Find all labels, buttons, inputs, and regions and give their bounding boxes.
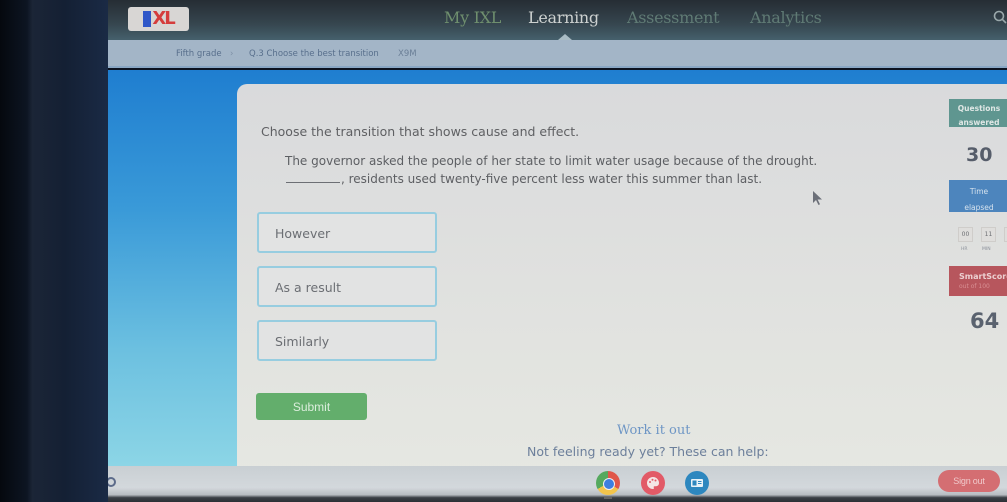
logo-xl: XL — [152, 8, 175, 29]
choice-label: As a result — [275, 280, 342, 295]
smartscore-sublabel: out of 100 — [959, 283, 990, 290]
breadcrumb-skill: Q.3 Choose the best transition — [249, 49, 379, 59]
screen: XL My IXL Learning Assessment Analytics … — [100, 0, 1007, 502]
paint-icon[interactable] — [641, 471, 665, 495]
skill-code: X9M — [398, 49, 417, 59]
palette-glyph — [647, 477, 660, 489]
time-hours: 00 — [958, 227, 973, 242]
breadcrumb-grade[interactable]: Fifth grade — [176, 49, 222, 59]
os-shelf: Sign out — [100, 466, 1007, 502]
questions-answered-label-1: Questions — [957, 104, 1001, 113]
sentence-after: , residents used twenty-five percent les… — [341, 172, 763, 186]
sentence-before: The governor asked the people of her sta… — [285, 154, 818, 168]
chrome-icon[interactable] — [596, 471, 620, 495]
choice-label: However — [275, 226, 331, 241]
logo-i — [143, 11, 152, 27]
active-app-indicator — [604, 497, 612, 499]
time-hours-label: HR — [961, 247, 968, 252]
submit-button[interactable]: Submit — [256, 393, 367, 420]
ixl-logo[interactable]: XL — [128, 7, 189, 31]
choice-similarly[interactable]: Similarly — [257, 320, 437, 361]
nav-learning[interactable]: Learning — [528, 8, 599, 27]
breadcrumb-separator: › — [230, 49, 234, 59]
smartscore-header: SmartScore out of 100 — [949, 266, 1007, 296]
choice-as-a-result[interactable]: As a result — [257, 266, 437, 307]
practice-card: Choose the transition that shows cause a… — [237, 84, 1007, 484]
news-glyph — [691, 479, 703, 487]
breadcrumb-bar: Fifth grade › Q.3 Choose the best transi… — [100, 40, 1007, 103]
question-prompt: Choose the transition that shows cause a… — [261, 124, 580, 139]
work-it-out-heading: Work it out — [617, 423, 691, 438]
answer-blank — [286, 173, 340, 183]
time-elapsed-header: Time elapsed — [949, 180, 1007, 212]
help-text: Not feeling ready yet? These can help: — [527, 444, 769, 459]
nav-my-ixl[interactable]: My IXL — [444, 8, 501, 27]
news-icon[interactable] — [685, 471, 709, 495]
time-minutes: 11 — [981, 227, 996, 242]
nav-assessment[interactable]: Assessment — [627, 8, 720, 27]
questions-answered-header: Questions answered — [949, 99, 1007, 127]
mouse-cursor-icon — [813, 191, 822, 205]
search-icon[interactable] — [993, 10, 1007, 24]
sign-out-button[interactable]: Sign out — [938, 470, 1000, 492]
top-navigation: XL My IXL Learning Assessment Analytics — [100, 0, 1007, 40]
nav-analytics[interactable]: Analytics — [750, 8, 822, 27]
time-elapsed-label-1: Time — [969, 187, 989, 196]
choice-label: Similarly — [275, 334, 330, 349]
screen-bezel — [0, 0, 108, 502]
questions-answered-label-2: answered — [958, 118, 1000, 127]
questions-answered-value: 30 — [966, 144, 993, 166]
time-minutes-label: MIN — [982, 247, 991, 252]
time-elapsed-label-2: elapsed — [964, 203, 994, 212]
smartscore-label: SmartScore — [959, 272, 1007, 281]
smartscore-value: 64 — [970, 309, 1000, 333]
question-sentence: The governor asked the people of her sta… — [285, 152, 825, 188]
choice-however[interactable]: However — [257, 212, 437, 253]
